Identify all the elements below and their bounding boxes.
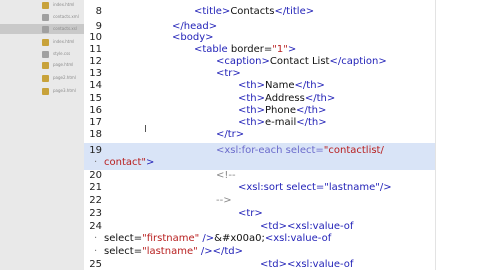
code-text: </tr> <box>216 127 244 142</box>
line-number: 18 <box>89 129 102 140</box>
sidebar-file-label: page2.html <box>53 75 76 80</box>
sidebar-file-item[interactable]: contacts.xml <box>0 12 84 22</box>
code-token: select= <box>104 246 143 257</box>
code-token: <title> <box>194 6 231 17</box>
code-line[interactable]: 8 <title>Contacts</title> <box>84 4 435 19</box>
sidebar-file-label: index.html <box>53 39 75 44</box>
code-token: "lastname" <box>142 246 198 257</box>
mouse-cursor <box>145 125 146 132</box>
sidebar-file-item[interactable]: page2.html <box>0 73 84 83</box>
code-token: <td> <box>260 259 288 270</box>
code-token: <xsl:value-of <box>287 259 354 270</box>
code-token: </tr> <box>216 129 245 140</box>
code-token: contact" <box>104 157 147 168</box>
file-icon <box>42 62 49 69</box>
code-token: Contacts <box>230 6 275 17</box>
file-icon <box>42 39 49 46</box>
code-token: select= <box>104 233 143 244</box>
code-token: <th> <box>238 80 266 91</box>
sidebar-file-item[interactable]: page.html <box>0 60 84 70</box>
code-token: /> <box>199 233 215 244</box>
file-icon <box>42 14 49 21</box>
line-number: 8 <box>95 6 102 17</box>
sidebar-file-label: page.html <box>53 62 74 67</box>
code-token: <tr> <box>238 208 263 219</box>
code-token: "firstname" <box>142 233 200 244</box>
sidebar-file-label: index.html <box>53 2 75 7</box>
sidebar-file-label: style.css <box>53 51 71 56</box>
sidebar-file-label: page3.html <box>53 88 76 93</box>
code-editor[interactable]: 8 <title>Contacts</title> 9 </head> 10 <… <box>84 0 435 270</box>
editor-margin <box>435 0 480 270</box>
code-token: &#x00a0; <box>214 233 265 244</box>
code-token: <xsl:value-of <box>264 233 332 244</box>
sidebar-file-label: contacts.xsl <box>53 26 77 31</box>
file-icon <box>42 88 49 95</box>
sidebar-file-item[interactable]: index.html <box>0 0 84 10</box>
file-icon <box>42 26 49 33</box>
code-token: --> <box>216 195 232 206</box>
code-token: > <box>146 157 155 168</box>
sidebar-file-item[interactable]: index.html <box>0 37 84 47</box>
file-icon <box>42 2 49 9</box>
code-token: </td> <box>212 246 244 257</box>
code-token: Name <box>265 80 295 91</box>
code-text: <title>Contacts</title> <box>194 4 314 19</box>
code-token: <xsl:sort select="lastname"/> <box>238 182 392 193</box>
code-token: </th> <box>294 80 325 91</box>
code-line[interactable]: 18 </tr> <box>84 127 435 142</box>
file-icon <box>42 75 49 82</box>
code-token: /> <box>197 246 213 257</box>
sidebar-file-item[interactable]: contacts.xsl <box>0 24 84 34</box>
sidebar-file-label: contacts.xml <box>53 14 79 19</box>
code-token: </title> <box>274 6 315 17</box>
sidebar-file-item[interactable]: style.css <box>0 49 84 59</box>
file-sidebar: index.html contacts.xml contacts.xsl ind… <box>0 0 85 270</box>
sidebar-file-item[interactable]: page3.html <box>0 86 84 96</box>
file-icon <box>42 51 49 58</box>
